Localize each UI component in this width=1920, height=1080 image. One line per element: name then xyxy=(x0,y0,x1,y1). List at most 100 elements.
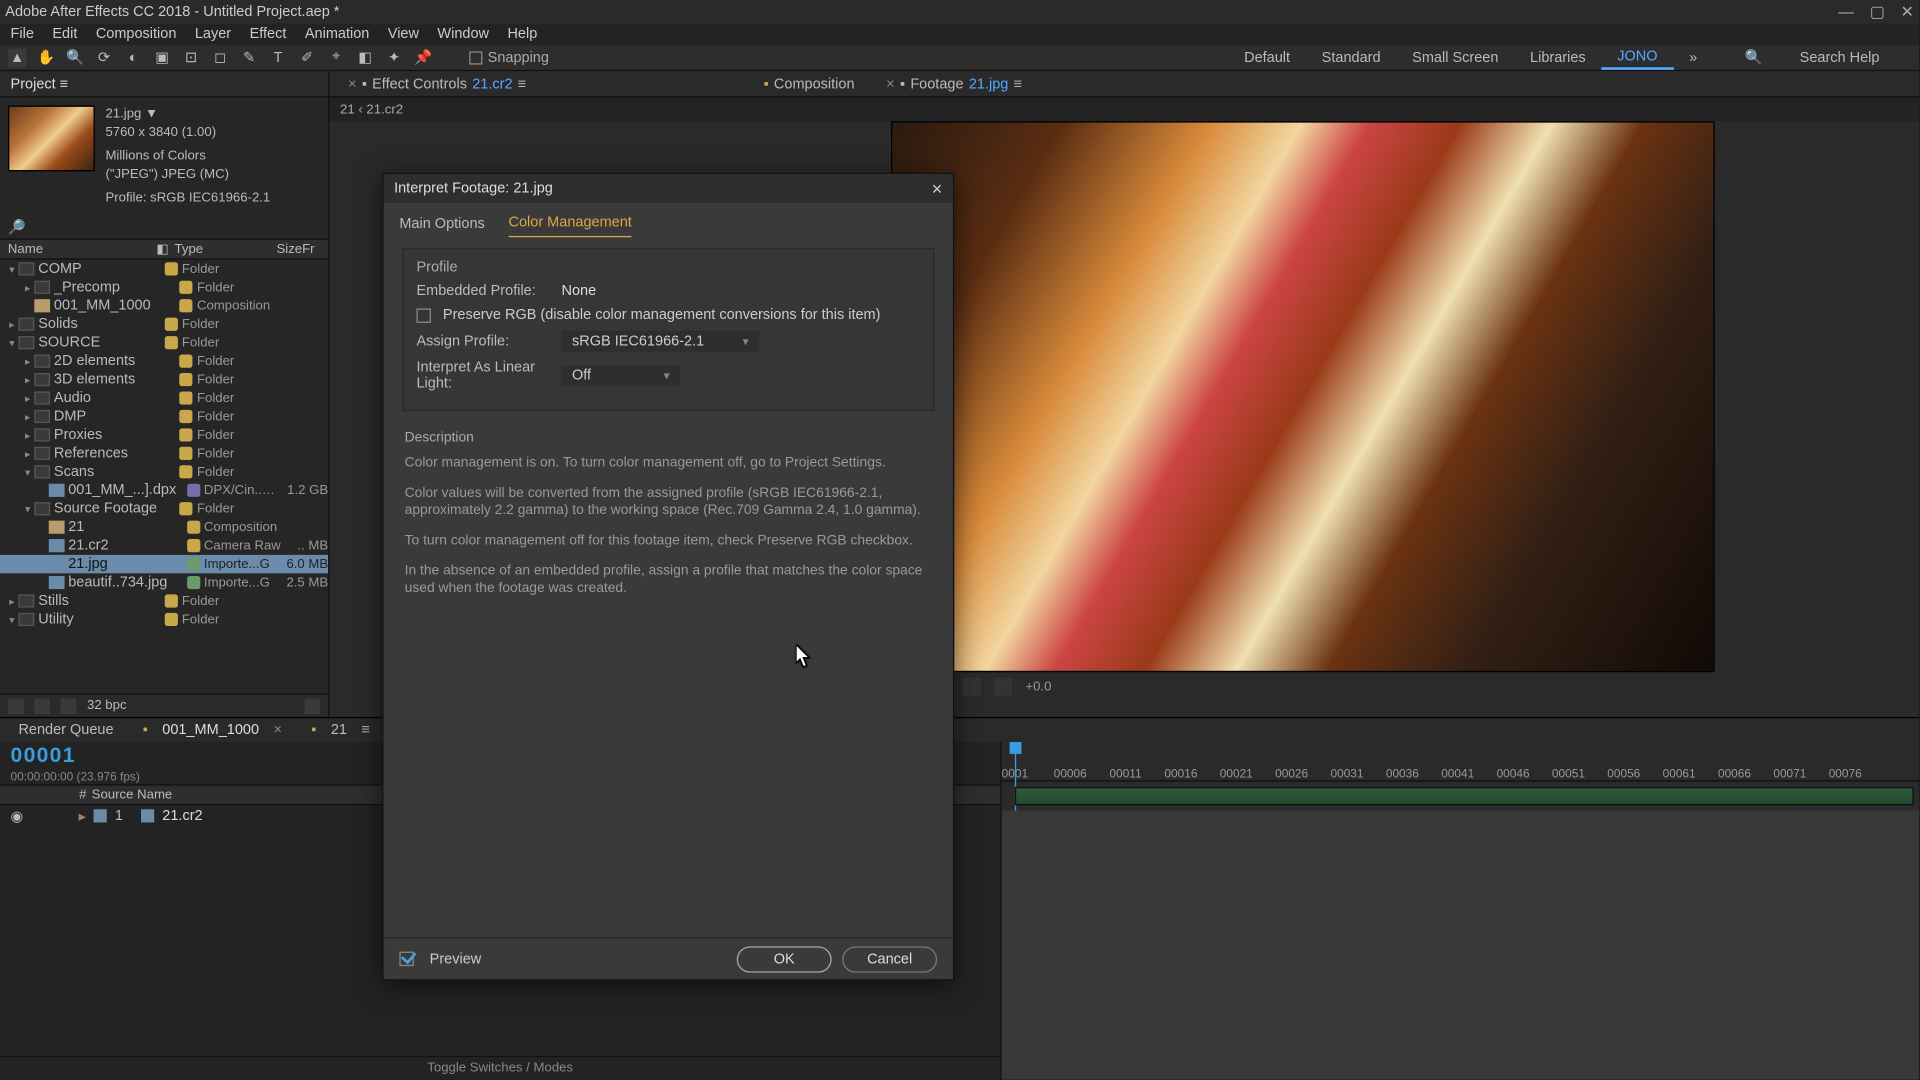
tree-row[interactable]: ▸ReferencesFolder xyxy=(0,444,328,462)
hand-tool-icon[interactable]: ✋ xyxy=(37,48,55,66)
label-color-icon[interactable] xyxy=(180,355,193,368)
twirl-icon[interactable]: ▾ xyxy=(5,263,18,275)
col-fr[interactable]: Fr xyxy=(302,242,328,256)
exposure-icon[interactable] xyxy=(994,677,1012,695)
label-color-icon[interactable] xyxy=(165,318,178,331)
pan-behind-tool-icon[interactable]: ⊡ xyxy=(182,48,200,66)
interpret-footage-icon[interactable] xyxy=(8,698,24,714)
label-color-icon[interactable] xyxy=(180,299,193,312)
twirl-icon[interactable]: ▸ xyxy=(21,392,34,404)
twirl-icon[interactable]: ▸ xyxy=(21,374,34,386)
twirl-icon[interactable]: ▸ xyxy=(79,807,86,824)
twirl-icon[interactable]: ▸ xyxy=(21,281,34,293)
tree-row[interactable]: ▾Source FootageFolder xyxy=(0,500,328,518)
tree-row[interactable]: 21.cr2Camera Raw.. MB xyxy=(0,536,328,554)
minimize-icon[interactable]: — xyxy=(1838,3,1854,21)
footage-preview[interactable] xyxy=(891,121,1715,672)
new-comp-icon[interactable] xyxy=(61,698,77,714)
orbit-tool-icon[interactable]: ⟳ xyxy=(95,48,113,66)
selection-tool-icon[interactable]: ▲ xyxy=(8,48,26,66)
new-folder-icon[interactable] xyxy=(34,698,50,714)
label-color-icon[interactable] xyxy=(180,465,193,478)
tree-row[interactable]: 21.jpgImporte...G6.0 MB xyxy=(0,555,328,573)
menu-help[interactable]: Help xyxy=(507,26,537,42)
clone-tool-icon[interactable]: ⌖ xyxy=(327,48,345,66)
tree-row[interactable]: 21Composition xyxy=(0,518,328,536)
tab-sub-timeline[interactable]: ▪ 21 ≡ xyxy=(301,722,381,738)
tab-menu-icon[interactable]: ≡ xyxy=(518,76,526,92)
menu-composition[interactable]: Composition xyxy=(96,26,177,42)
tab-comp-timeline[interactable]: ▪ 001_MM_1000 × xyxy=(132,722,293,738)
label-color-icon[interactable] xyxy=(188,558,200,571)
project-tree[interactable]: ▾COMPFolder▸_PrecompFolder001_MM_1000Com… xyxy=(0,260,328,694)
twirl-icon[interactable]: ▸ xyxy=(5,595,18,607)
workspace-overflow-icon[interactable]: » xyxy=(1673,45,1713,70)
project-search[interactable]: 🔎 xyxy=(8,219,320,236)
dialog-title-bar[interactable]: Interpret Footage: 21.jpg × xyxy=(384,174,953,203)
pen-tool-icon[interactable]: ✎ xyxy=(240,48,258,66)
camera-tool-icon[interactable]: ▣ xyxy=(153,48,171,66)
tab-footage[interactable]: × ▪ Footage 21.jpg ≡ xyxy=(868,71,1036,96)
label-color-icon[interactable] xyxy=(165,613,178,626)
col-label-icon[interactable]: ◧ xyxy=(156,242,174,256)
twirl-icon[interactable]: ▾ xyxy=(5,337,18,349)
label-color-icon[interactable] xyxy=(180,428,193,441)
col-size[interactable]: Size xyxy=(253,242,302,256)
cancel-button[interactable]: Cancel xyxy=(842,946,937,972)
label-color-icon[interactable] xyxy=(165,336,178,349)
trash-icon[interactable] xyxy=(304,698,320,714)
layer-label-color[interactable] xyxy=(94,809,107,822)
label-color-icon[interactable] xyxy=(165,594,178,607)
eye-icon[interactable]: ◉ xyxy=(11,807,24,824)
tree-row[interactable]: 001_MM_...].dpxDPX/Cin..nce1.2 GB xyxy=(0,481,328,499)
tab-menu-icon[interactable]: ≡ xyxy=(362,722,370,738)
tab-effect-controls[interactable]: × ▪ Effect Controls 21.cr2 ≡ xyxy=(330,71,540,96)
twirl-icon[interactable]: ▸ xyxy=(5,318,18,330)
workspace-active[interactable]: JONO xyxy=(1601,45,1673,70)
col-source-name[interactable]: Source Name xyxy=(86,788,172,802)
dialog-close-icon[interactable]: × xyxy=(932,178,943,199)
menu-layer[interactable]: Layer xyxy=(195,26,231,42)
menu-edit[interactable]: Edit xyxy=(52,26,77,42)
tab-composition[interactable]: ▪ Composition xyxy=(750,71,867,96)
toggle-switches[interactable]: Toggle Switches / Modes xyxy=(0,1056,1000,1080)
tree-row[interactable]: ▾SOURCEFolder xyxy=(0,333,328,351)
eraser-tool-icon[interactable]: ◧ xyxy=(356,48,374,66)
tree-row[interactable]: ▸SolidsFolder xyxy=(0,315,328,333)
tree-row[interactable]: beautif..734.jpgImporte...G2.5 MB xyxy=(0,573,328,591)
tree-row[interactable]: ▾UtilityFolder xyxy=(0,610,328,628)
menu-animation[interactable]: Animation xyxy=(305,26,369,42)
project-tab[interactable]: Project ≡ xyxy=(0,71,328,97)
workspace-small-screen[interactable]: Small Screen xyxy=(1396,45,1514,70)
twirl-icon[interactable]: ▾ xyxy=(21,503,34,515)
linear-light-select[interactable]: Off ▾ xyxy=(561,365,680,386)
label-color-icon[interactable] xyxy=(180,281,193,294)
preview-checkbox[interactable]: Preview xyxy=(399,951,481,967)
label-color-icon[interactable] xyxy=(188,576,200,589)
assign-profile-select[interactable]: sRGB IEC61966-2.1 ▾ xyxy=(561,331,759,352)
menu-effect[interactable]: Effect xyxy=(250,26,287,42)
tab-render-queue[interactable]: Render Queue xyxy=(8,722,124,738)
tree-row[interactable]: ▸StillsFolder xyxy=(0,592,328,610)
tree-row[interactable]: ▸ProxiesFolder xyxy=(0,426,328,444)
tab-main-options[interactable]: Main Options xyxy=(399,216,484,237)
close-icon[interactable]: ✕ xyxy=(1900,3,1913,21)
col-num-icon[interactable]: # xyxy=(79,788,86,802)
twirl-icon[interactable]: ▸ xyxy=(21,429,34,441)
channel-icon[interactable] xyxy=(962,677,980,695)
label-color-icon[interactable] xyxy=(180,391,193,404)
tree-row[interactable]: ▸AudioFolder xyxy=(0,389,328,407)
shape-tool-icon[interactable]: ◻ xyxy=(211,48,229,66)
tree-row[interactable]: ▾ScansFolder xyxy=(0,463,328,481)
label-color-icon[interactable] xyxy=(165,262,178,275)
twirl-icon[interactable]: ▸ xyxy=(21,355,34,367)
twirl-icon[interactable]: ▸ xyxy=(21,447,34,459)
label-color-icon[interactable] xyxy=(180,410,193,423)
tree-row[interactable]: 001_MM_1000Composition xyxy=(0,297,328,315)
label-color-icon[interactable] xyxy=(188,539,200,552)
workspace-libraries[interactable]: Libraries xyxy=(1514,45,1601,70)
label-color-icon[interactable] xyxy=(188,521,200,534)
tab-close-icon[interactable]: × xyxy=(348,76,356,92)
tree-row[interactable]: ▾COMPFolder xyxy=(0,260,328,278)
maximize-icon[interactable]: ▢ xyxy=(1870,3,1885,21)
